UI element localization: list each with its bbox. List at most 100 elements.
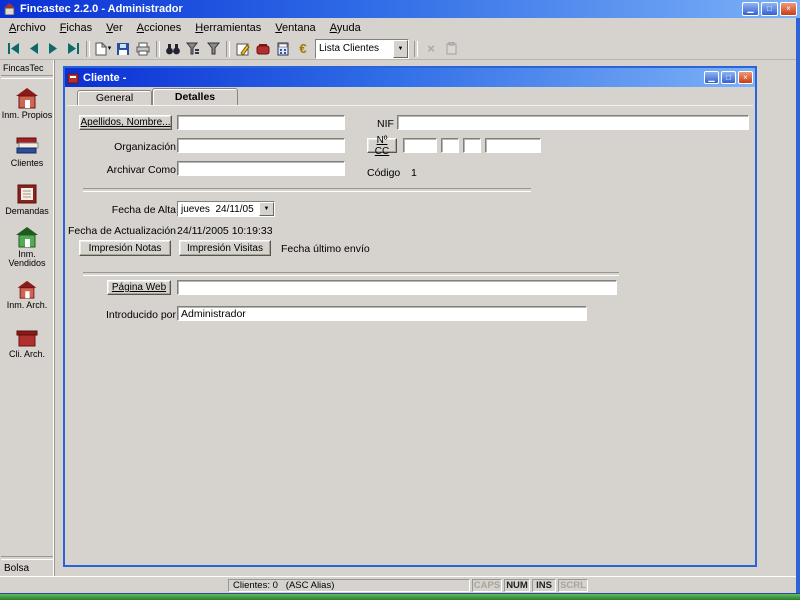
- section-divider: [83, 188, 531, 192]
- sidebar-item-clientes[interactable]: Clientes: [0, 127, 54, 175]
- ncc-button[interactable]: Nº CC: [367, 135, 397, 157]
- previous-record-button[interactable]: [23, 39, 43, 59]
- archivar-como-label: Archivar Como: [106, 164, 176, 176]
- books-icon: [16, 137, 39, 153]
- fecha-alta-label: Fecha de Alta: [111, 204, 176, 216]
- status-caps: CAPS: [472, 579, 502, 592]
- calculator-icon: [277, 42, 289, 55]
- filter-button[interactable]: [203, 39, 223, 59]
- sidebar-item-inm-propios[interactable]: Inm. Propios: [0, 79, 54, 127]
- menu-bar: Archivo Fichas Ver Acciones Herramientas…: [0, 18, 796, 38]
- window-border: [796, 18, 800, 593]
- cliente-minimize-button[interactable]: ▁: [704, 71, 719, 84]
- cliente-window: Cliente - ▁ □ × General Detalles Apellid…: [63, 66, 757, 567]
- print-icon: [136, 42, 150, 55]
- sidebar-item-label: Clientes: [10, 157, 44, 168]
- record-list-combo-value: Lista Clientes: [319, 43, 380, 54]
- app-icon: [3, 3, 16, 15]
- next-record-button[interactable]: [43, 39, 63, 59]
- cliente-window-title: Cliente -: [83, 71, 127, 84]
- sidebar-item-label: Demandas: [5, 205, 49, 216]
- status-scrl: SCRL: [558, 579, 588, 592]
- find-button[interactable]: [163, 39, 183, 59]
- red-house-icon: [17, 280, 37, 299]
- maximize-button[interactable]: □: [761, 2, 778, 16]
- ncc-input-4[interactable]: [485, 138, 541, 153]
- cliente-close-button[interactable]: ×: [738, 71, 753, 84]
- organizacion-input[interactable]: [177, 138, 345, 153]
- last-record-button[interactable]: [63, 39, 83, 59]
- apellidos-nombre-button[interactable]: Apellidos, Nombre...: [79, 115, 172, 130]
- menu-archivo[interactable]: Archivo: [2, 20, 53, 36]
- previous-record-icon: [29, 43, 38, 54]
- fecha-alta-value: jueves 24/11/05: [181, 203, 254, 215]
- archivar-como-input[interactable]: [177, 161, 345, 176]
- euro-button[interactable]: €: [293, 39, 313, 59]
- new-record-dropdown-icon[interactable]: ▾: [108, 45, 112, 52]
- title-bar[interactable]: Fincastec 2.2.0 - Administrador ▁ □ ×: [0, 0, 800, 18]
- euro-icon: €: [299, 41, 307, 56]
- status-ins: INS: [532, 579, 556, 592]
- red-house-icon: [16, 87, 38, 108]
- menu-ventana[interactable]: Ventana: [268, 20, 322, 36]
- next-record-icon: [48, 43, 57, 54]
- toolbar-separator: [156, 40, 160, 57]
- taskbar[interactable]: [0, 593, 800, 600]
- sidebar-item-label: Cli. Arch.: [8, 348, 45, 359]
- close-button[interactable]: ×: [780, 2, 797, 16]
- mdi-area: Cliente - ▁ □ × General Detalles Apellid…: [55, 60, 796, 576]
- fecha-actualizacion-value: 24/11/2005 10:19:33: [177, 225, 273, 237]
- print-button[interactable]: [133, 39, 153, 59]
- status-num: NUM: [504, 579, 530, 592]
- menu-acciones[interactable]: Acciones: [130, 20, 189, 36]
- minimize-button[interactable]: ▁: [742, 2, 759, 16]
- status-bar: Clientes: 0 (ASC Alias) CAPS NUM INS SCR…: [0, 576, 796, 593]
- ncc-input-3[interactable]: [463, 138, 481, 153]
- sidebar-item-inm-vendidos[interactable]: Inm. Vendidos: [0, 223, 54, 271]
- toolbar-separator: [414, 40, 418, 57]
- sidebar-item-demandas[interactable]: Demandas: [0, 175, 54, 223]
- save-button[interactable]: [113, 39, 133, 59]
- tab-general[interactable]: General: [77, 90, 152, 105]
- impresion-visitas-button[interactable]: Impresión Visitas: [179, 240, 271, 256]
- cliente-maximize-button[interactable]: □: [721, 71, 736, 84]
- dropdown-arrow-icon[interactable]: ▼: [259, 202, 274, 216]
- impresion-notas-button[interactable]: Impresión Notas: [79, 240, 171, 256]
- menu-herramientas[interactable]: Herramientas: [188, 20, 268, 36]
- first-record-icon: [7, 43, 19, 54]
- pagina-web-button[interactable]: Página Web: [107, 280, 171, 295]
- calculator-button[interactable]: [273, 39, 293, 59]
- sidebar-item-cli-arch[interactable]: Cli. Arch.: [0, 319, 54, 367]
- contacts-button[interactable]: [253, 39, 273, 59]
- tab-detalles[interactable]: Detalles: [152, 88, 238, 105]
- menu-ver[interactable]: Ver: [99, 20, 130, 36]
- fecha-alta-combo[interactable]: jueves 24/11/05 ▼: [177, 201, 275, 217]
- menu-ayuda[interactable]: Ayuda: [323, 20, 368, 36]
- new-record-button[interactable]: ▾: [93, 39, 113, 59]
- toolbar-separator: [226, 40, 230, 57]
- menu-fichas[interactable]: Fichas: [53, 20, 99, 36]
- fecha-ultimo-envio-label: Fecha último envío: [281, 243, 370, 255]
- client-icon: [67, 72, 79, 84]
- codigo-label: Código: [367, 167, 401, 179]
- pagina-web-input[interactable]: [177, 280, 617, 295]
- apellidos-input[interactable]: [177, 115, 345, 130]
- sidebar-footer-label[interactable]: Bolsa: [0, 560, 54, 574]
- save-icon: [117, 42, 129, 55]
- cliente-form: General Detalles Apellidos, Nombre... NI…: [65, 87, 755, 565]
- edit-form-button[interactable]: [233, 39, 253, 59]
- contacts-icon: [256, 43, 270, 54]
- dropdown-arrow-icon[interactable]: ▼: [393, 39, 408, 58]
- cliente-title-bar[interactable]: Cliente - ▁ □ ×: [65, 68, 755, 87]
- filter-by-form-button[interactable]: [183, 39, 203, 59]
- sidebar-item-inm-arch[interactable]: Inm. Arch.: [0, 271, 54, 319]
- introducido-por-label: Introducido por: [105, 309, 176, 321]
- ncc-input-2[interactable]: [441, 138, 459, 153]
- first-record-button[interactable]: [3, 39, 23, 59]
- filter-by-form-icon: [186, 42, 199, 55]
- ncc-input-1[interactable]: [403, 138, 437, 153]
- nif-input[interactable]: [397, 115, 749, 130]
- introducido-por-input[interactable]: [177, 306, 587, 321]
- record-list-combo[interactable]: Lista Clientes ▼: [315, 38, 409, 59]
- last-record-icon: [67, 43, 79, 54]
